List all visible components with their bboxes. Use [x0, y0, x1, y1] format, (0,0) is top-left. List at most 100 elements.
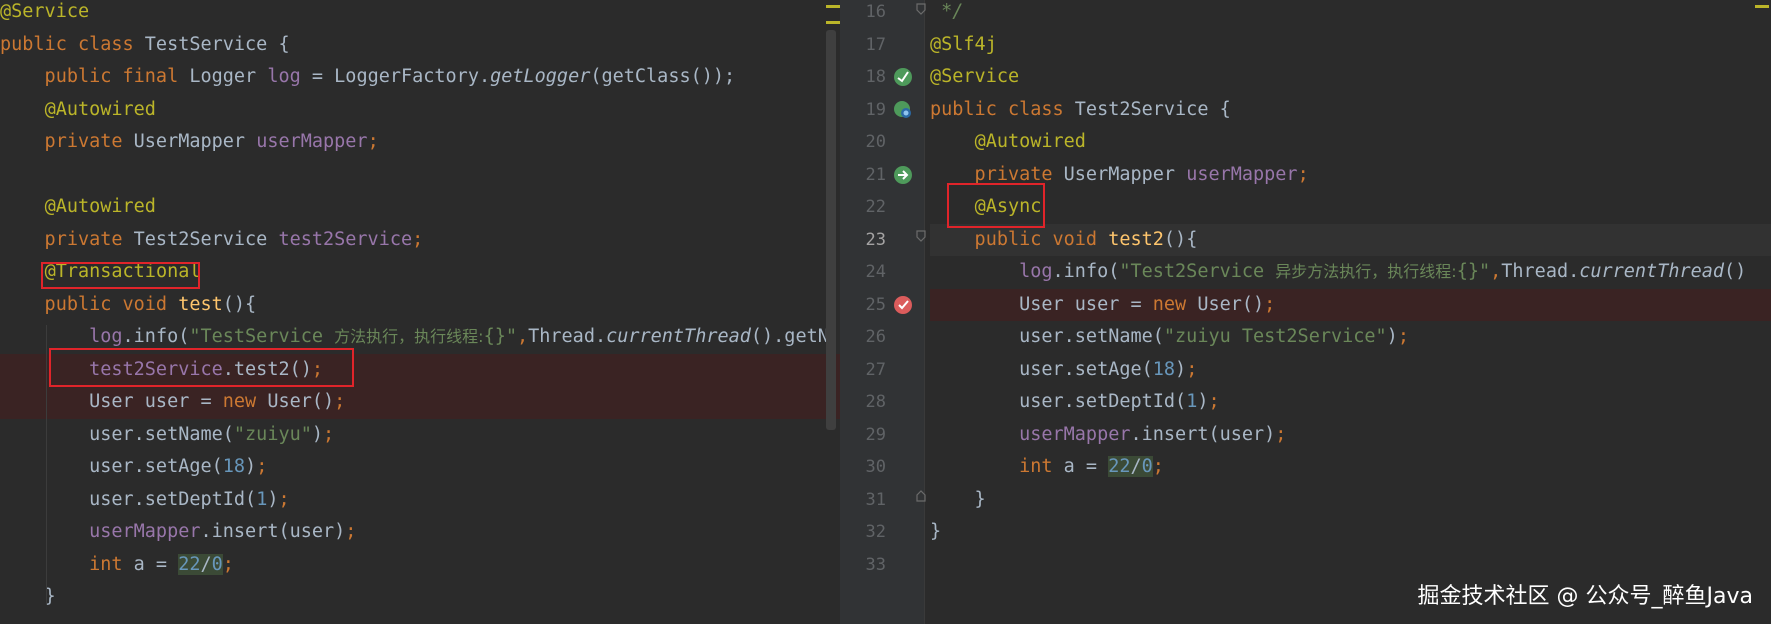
line-number[interactable]: 26 — [846, 321, 886, 354]
code-line[interactable]: private UserMapper userMapper; — [0, 126, 840, 159]
async-highlight-box — [947, 183, 1045, 228]
code-line[interactable]: private Test2Service test2Service; — [0, 224, 840, 257]
code-token: ) — [1197, 391, 1209, 412]
code-token: currentThread — [1579, 261, 1725, 282]
line-number[interactable]: 17 — [846, 29, 886, 62]
line-number[interactable]: 30 — [846, 451, 886, 484]
code-token: "TestService — [189, 326, 335, 347]
code-token: user.setAge( — [930, 358, 1153, 380]
code-line[interactable]: @Autowired — [0, 94, 840, 127]
code-token: (){ — [222, 293, 257, 315]
spring-bean-icon[interactable] — [892, 66, 914, 88]
code-token: a = — [133, 553, 179, 575]
code-token: ) — [267, 488, 279, 510]
code-line[interactable]: int a = 22/0; — [930, 451, 1771, 484]
line-number[interactable]: 23 — [846, 224, 886, 257]
code-line[interactable]: @Service — [0, 0, 840, 29]
code-token: = LoggerFactory. — [300, 66, 491, 87]
code-line[interactable] — [930, 549, 1771, 582]
code-token: 1 — [256, 488, 268, 510]
code-token: ; — [412, 228, 424, 250]
line-number[interactable]: 22 — [846, 191, 886, 224]
code-token: Test2Service { — [1074, 98, 1231, 120]
line-number[interactable]: 24 — [846, 256, 886, 289]
editor-gutter[interactable]: 16 17 18 19 20 21 22 23 24 25 26 27 28 29 30 31 32 33 — [840, 0, 926, 624]
line-number[interactable]: 27 — [846, 354, 886, 387]
code-line[interactable]: public void test2(){ — [930, 223, 1771, 256]
breakpoint-icon[interactable] — [892, 294, 914, 316]
line-number[interactable]: 32 — [846, 516, 886, 549]
code-token: , — [1490, 261, 1502, 282]
code-token: userMapper — [1019, 423, 1131, 445]
code-token: log — [1019, 261, 1053, 282]
code-token: Thread. — [528, 326, 607, 347]
line-number[interactable]: 29 — [846, 419, 886, 452]
code-token: , — [516, 326, 529, 347]
code-line[interactable]: */ — [930, 0, 1771, 29]
line-number[interactable]: 20 — [846, 126, 886, 159]
spring-bean-search-icon[interactable] — [892, 99, 914, 121]
code-token: .info( — [1052, 261, 1120, 282]
code-line[interactable]: int a = 22/0; — [0, 549, 840, 582]
code-token: user.setDeptId( — [0, 488, 257, 510]
code-line[interactable] — [0, 159, 840, 192]
code-line[interactable]: public class TestService { — [0, 29, 840, 62]
code-line[interactable]: log.info("Test2Service 异步方法执行，执行线程:{}",T… — [930, 256, 1771, 289]
code-token: @Service — [0, 1, 90, 22]
code-line[interactable]: user.setAge(18); — [0, 451, 840, 484]
code-token: TestService { — [144, 33, 290, 55]
code-line[interactable]: userMapper.insert(user); — [930, 419, 1771, 452]
line-number[interactable]: 28 — [846, 386, 886, 419]
line-number[interactable]: 33 — [846, 549, 886, 582]
code-token: @Slf4j — [930, 33, 997, 55]
line-number[interactable]: 18 — [846, 61, 886, 94]
code-token: Thread. — [1501, 261, 1580, 282]
code-line[interactable]: } — [930, 484, 1771, 517]
fold-marker-icon[interactable] — [916, 3, 926, 15]
line-number[interactable]: 25 — [846, 289, 886, 322]
line-number[interactable]: 31 — [846, 484, 886, 517]
code-token: User() — [267, 391, 335, 412]
code-token: test — [178, 293, 223, 315]
right-editor-pane[interactable]: 16 17 18 19 20 21 22 23 24 25 26 27 28 29 30 31 32 33 */ @… — [840, 0, 1771, 624]
code-line[interactable]: } — [0, 581, 840, 614]
line-number[interactable]: 21 — [846, 159, 886, 192]
code-token: userMapper — [256, 131, 368, 152]
code-token: 0 — [1141, 456, 1153, 477]
code-line[interactable]: user.setDeptId(1); — [930, 386, 1771, 419]
code-token: ; — [1186, 358, 1198, 380]
left-editor-pane[interactable]: @Service public class TestService { publi… — [0, 0, 840, 624]
code-line[interactable]: @Service — [930, 61, 1771, 94]
code-line[interactable]: user.setDeptId(1); — [0, 484, 840, 517]
code-token: 22 — [178, 553, 201, 575]
code-line[interactable]: @Slf4j — [930, 29, 1771, 62]
code-line[interactable]: userMapper.insert(user); — [0, 516, 840, 549]
code-line[interactable]: User user = new User(); — [0, 386, 840, 419]
fold-marker-icon[interactable] — [916, 230, 926, 242]
code-line[interactable]: public final Logger log = LoggerFactory.… — [0, 61, 840, 94]
line-number[interactable]: 19 — [846, 94, 886, 127]
code-line[interactable]: user.setName("zuiyu"); — [0, 419, 840, 452]
code-line[interactable]: @Autowired — [0, 191, 840, 224]
right-code-area[interactable]: */ @Slf4j @Service public class Test2Servic… — [930, 0, 1771, 624]
fold-marker-icon[interactable] — [916, 490, 926, 502]
spring-autowire-icon[interactable] — [892, 164, 914, 186]
code-token: ; — [256, 456, 268, 477]
code-token: 0 — [211, 553, 223, 575]
code-line[interactable]: user.setAge(18); — [930, 354, 1771, 387]
left-scrollbar[interactable] — [826, 30, 836, 430]
code-line[interactable]: @Async — [930, 191, 1771, 224]
code-line[interactable]: public class Test2Service { — [930, 94, 1771, 127]
code-token: test2 — [1108, 228, 1164, 250]
code-line[interactable]: public void test(){ — [0, 289, 840, 322]
code-line[interactable]: private UserMapper userMapper; — [930, 159, 1771, 192]
code-line[interactable]: @Autowired — [930, 126, 1771, 159]
code-line[interactable]: } — [930, 516, 1771, 549]
code-token: private — [930, 163, 1064, 185]
code-line[interactable]: User user = new User(); — [930, 288, 1771, 321]
line-number[interactable]: 16 — [846, 0, 886, 29]
code-line[interactable]: user.setName("zuiyu Test2Service"); — [930, 321, 1771, 354]
